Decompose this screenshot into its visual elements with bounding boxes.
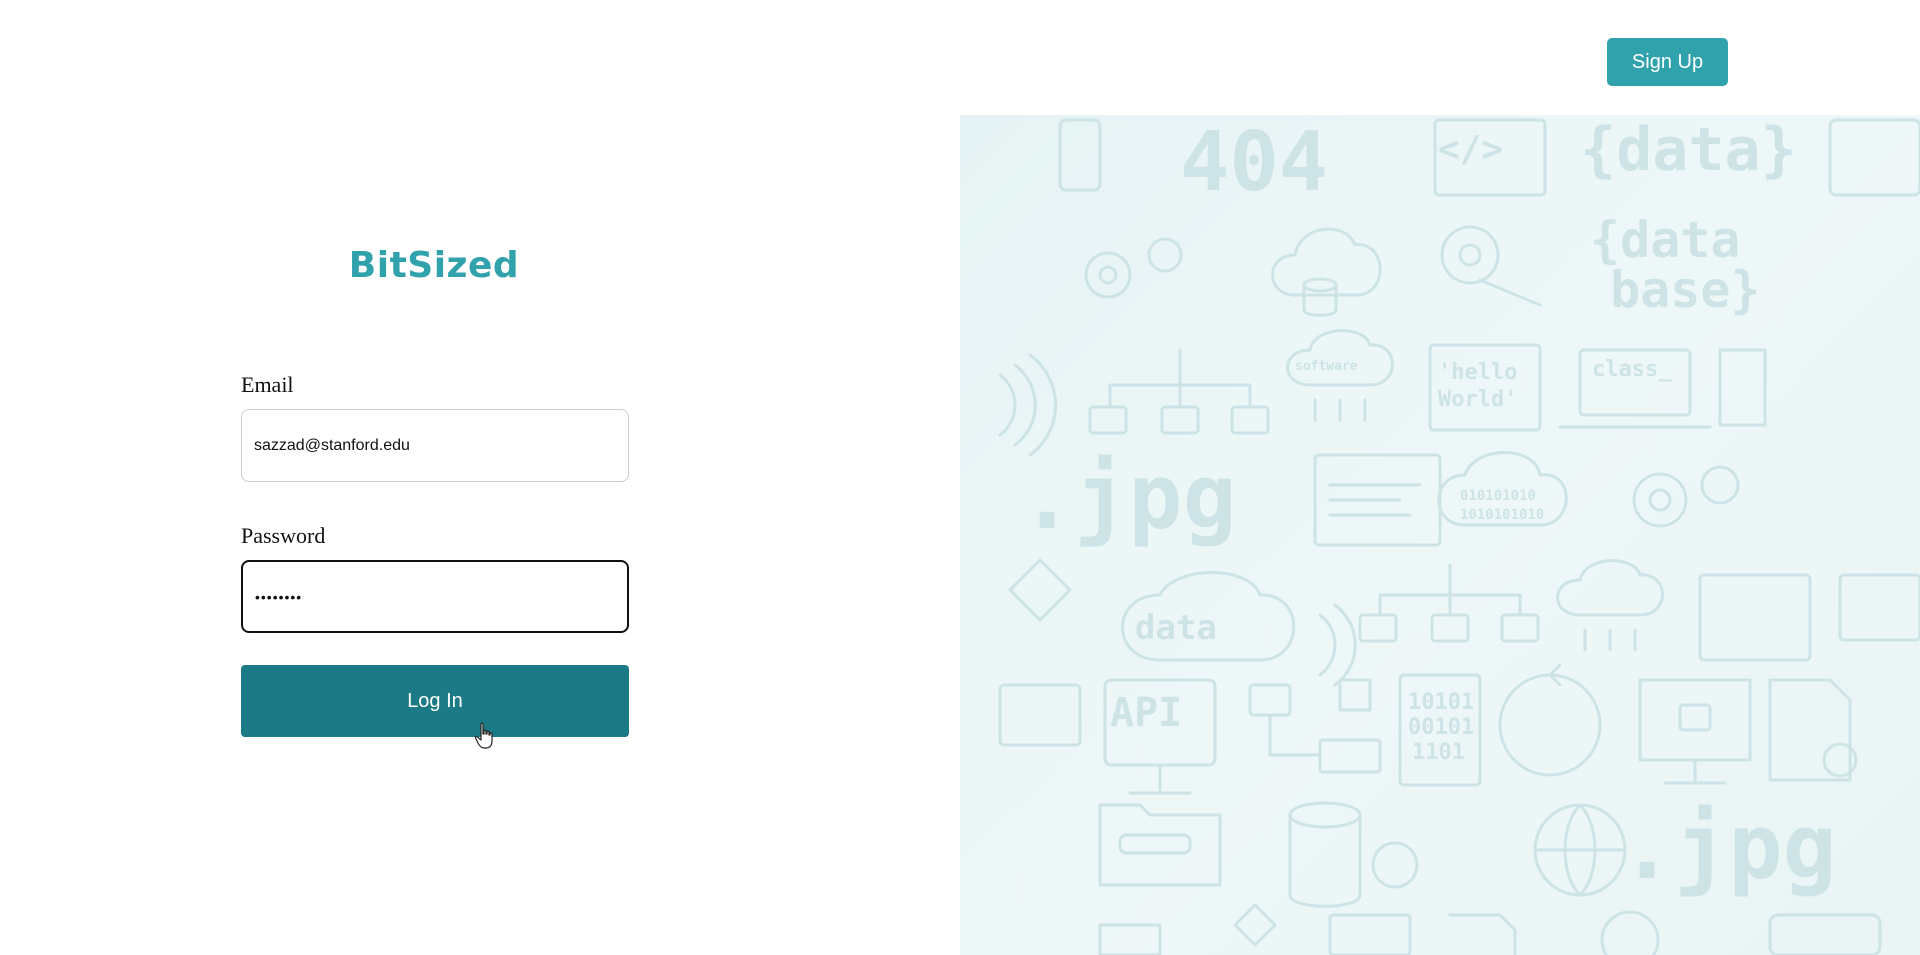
doodle-database-1: {data	[1590, 211, 1741, 269]
doodle-binary-2: 00101	[1408, 715, 1475, 740]
doodle-jpg-2: .jpg	[1620, 795, 1837, 900]
password-value: ••••••••	[255, 588, 303, 605]
login-panel	[0, 115, 960, 955]
brand-logo: BitSized	[348, 245, 520, 286]
password-field[interactable]: ••••••••	[241, 560, 629, 633]
doodle-world: World'	[1438, 387, 1518, 412]
doodle-database-2: base}	[1610, 261, 1761, 319]
doodle-software: software	[1295, 359, 1358, 374]
email-value: sazzad@stanford.edu	[254, 436, 410, 454]
doodle-404: 404	[1180, 115, 1329, 210]
doodle-hello: 'hello	[1438, 360, 1518, 385]
password-label: Password	[241, 523, 326, 548]
doodle-jpg-1: .jpg	[1020, 445, 1237, 550]
hand-pointer-icon	[474, 722, 493, 749]
email-field[interactable]: sazzad@stanford.edu	[241, 409, 629, 482]
doodle-code-tag: </>	[1438, 129, 1504, 170]
doodle-data-cloud: data	[1135, 608, 1217, 648]
login-button[interactable]: Log In	[241, 665, 629, 737]
doodle-class: class_	[1592, 357, 1672, 382]
illustration-panel: 404 </> {data} {data base} .jpg 'hello W…	[960, 115, 1920, 955]
doodle-api: API	[1110, 690, 1183, 736]
top-bar: Sign Up	[0, 0, 1920, 115]
doodle-data: {data}	[1580, 115, 1797, 185]
doodle-binary-4: 010101010	[1460, 488, 1536, 504]
doodle-binary-3: 1101	[1412, 740, 1465, 765]
doodle-binary-1: 10101	[1408, 690, 1475, 715]
email-label: Email	[241, 372, 294, 397]
doodle-binary-5: 1010101010	[1460, 507, 1545, 523]
signup-button[interactable]: Sign Up	[1607, 38, 1728, 86]
